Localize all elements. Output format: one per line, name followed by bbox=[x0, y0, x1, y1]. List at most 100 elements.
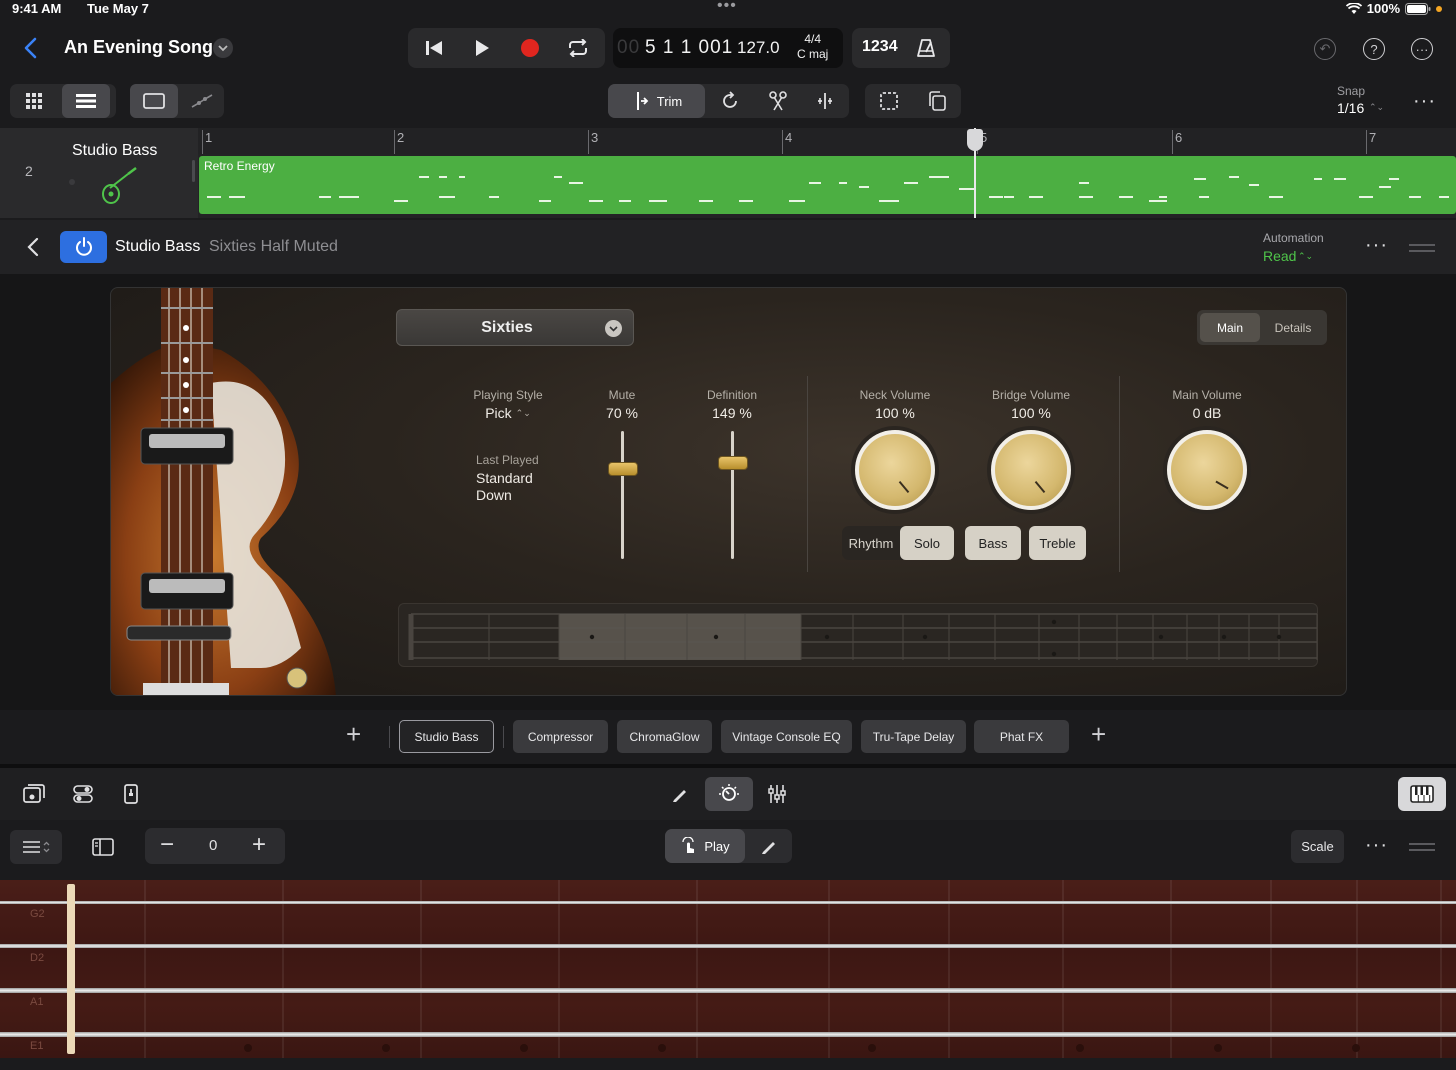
draw-mode-button[interactable] bbox=[745, 829, 793, 863]
midi-note bbox=[1249, 184, 1259, 186]
inspector-icon bbox=[124, 784, 138, 804]
split-tool-button[interactable] bbox=[754, 84, 802, 118]
go-to-beginning-button[interactable] bbox=[410, 28, 458, 68]
multitasking-dots-icon[interactable]: ••• bbox=[717, 0, 737, 15]
neck-volume-value: 100 % bbox=[875, 405, 915, 421]
fret-inlay-dot bbox=[382, 1044, 390, 1052]
plugin-back-chevron-icon[interactable] bbox=[26, 237, 40, 257]
main-volume-knob[interactable] bbox=[1167, 430, 1247, 510]
neck-volume-knob[interactable] bbox=[855, 430, 935, 510]
song-menu-chevron-icon[interactable] bbox=[213, 38, 233, 58]
slot-studio-bass[interactable]: Studio Bass bbox=[399, 720, 494, 753]
playing-style-selector[interactable]: Pick ⌃⌄ bbox=[453, 405, 563, 421]
definition-slider-track[interactable] bbox=[731, 431, 734, 559]
region-view-button[interactable] bbox=[130, 84, 178, 118]
bass-string[interactable] bbox=[0, 1031, 1456, 1037]
add-plugin-right-button[interactable]: + bbox=[1091, 719, 1106, 750]
sidebar-toggle-button[interactable] bbox=[79, 830, 127, 864]
inspector-button[interactable] bbox=[107, 777, 155, 811]
definition-value: 149 % bbox=[712, 405, 752, 421]
undo-history-icon[interactable]: ↶ bbox=[1314, 38, 1336, 60]
bass-string[interactable] bbox=[0, 987, 1456, 993]
record-button[interactable] bbox=[506, 28, 554, 68]
bass-string[interactable] bbox=[0, 900, 1456, 904]
loop-tool-button[interactable] bbox=[706, 84, 754, 118]
automation-mode[interactable]: Read bbox=[1263, 248, 1296, 264]
slot-chromaglow[interactable]: ChromaGlow bbox=[617, 720, 712, 753]
treble-button[interactable]: Treble bbox=[1029, 526, 1086, 560]
keyboard-toggle-button[interactable] bbox=[1398, 777, 1446, 811]
status-bar: 9:41 AM Tue May 7 ••• 100% bbox=[0, 0, 1456, 18]
midi-region[interactable]: Retro Energy bbox=[199, 156, 1456, 214]
track-resize-handle[interactable] bbox=[192, 160, 195, 182]
select-button[interactable] bbox=[865, 84, 913, 118]
play-button[interactable] bbox=[458, 28, 506, 68]
help-icon[interactable]: ? bbox=[1363, 38, 1385, 60]
snap-stepper-icon[interactable]: ⌃⌄ bbox=[1369, 102, 1384, 113]
song-title[interactable]: An Evening Song bbox=[64, 37, 213, 58]
play-mode-button[interactable]: Play bbox=[665, 829, 745, 863]
mute-slider-thumb[interactable] bbox=[608, 462, 638, 477]
playhead-handle[interactable] bbox=[967, 129, 983, 151]
bass-fretboard[interactable]: G2 D2 A1 E1 bbox=[0, 880, 1456, 1058]
scale-button[interactable]: Scale bbox=[1291, 830, 1344, 863]
fretboard-drag-handle-icon[interactable] bbox=[1409, 843, 1435, 851]
bass-button[interactable]: Bass bbox=[965, 526, 1021, 560]
mute-label: Mute bbox=[608, 388, 636, 402]
automation-stepper-icon[interactable]: ⌃⌄ bbox=[1298, 251, 1313, 262]
automation-view-button[interactable] bbox=[178, 84, 226, 118]
count-in-button[interactable]: 1234 bbox=[862, 38, 898, 56]
definition-slider-thumb[interactable] bbox=[718, 456, 748, 470]
mixer-button[interactable] bbox=[753, 777, 801, 811]
solo-button[interactable]: Solo bbox=[900, 526, 954, 560]
visible-range-highlight[interactable] bbox=[559, 614, 801, 660]
smart-controls-toggle[interactable] bbox=[59, 777, 107, 811]
plugin-preset-name[interactable]: Sixties Half Muted bbox=[209, 238, 338, 256]
plugin-drag-handle-icon[interactable] bbox=[1409, 244, 1435, 252]
midi-note bbox=[929, 176, 949, 178]
track-header[interactable]: 2 Studio Bass bbox=[0, 128, 198, 218]
join-tool-button[interactable] bbox=[801, 84, 849, 118]
trim-tool-button[interactable]: Trim bbox=[608, 84, 705, 118]
trim-tool-label: Trim bbox=[656, 93, 683, 109]
metronome-icon[interactable] bbox=[916, 38, 936, 58]
layout-menu-button[interactable] bbox=[10, 830, 62, 864]
slot-compressor[interactable]: Compressor bbox=[513, 720, 608, 753]
copy-button[interactable] bbox=[913, 84, 961, 118]
fret-inlay-dot bbox=[1352, 1044, 1360, 1052]
octave-down-button[interactable]: − bbox=[160, 831, 174, 859]
fretboard-more-icon[interactable]: ··· bbox=[1365, 834, 1388, 857]
toolbar-more-icon[interactable]: ··· bbox=[1413, 90, 1436, 113]
slot-vintage-console-eq[interactable]: Vintage Console EQ bbox=[721, 720, 852, 753]
slot-tru-tape-delay[interactable]: Tru-Tape Delay bbox=[861, 720, 966, 753]
plugin-power-button[interactable] bbox=[60, 231, 107, 263]
slot-phat-fx[interactable]: Phat FX bbox=[974, 720, 1069, 753]
cycle-button[interactable] bbox=[554, 28, 602, 68]
tab-details[interactable]: Details bbox=[1263, 313, 1323, 342]
plugin-more-icon[interactable]: ··· bbox=[1365, 234, 1388, 257]
live-loops-grid-button[interactable] bbox=[12, 84, 60, 118]
editor-pencil-button[interactable] bbox=[656, 777, 704, 811]
timeline-ruler[interactable]: 1234567 bbox=[198, 128, 1456, 154]
playhead-position-value: 5 1 1 001 bbox=[645, 37, 734, 58]
midi-note bbox=[539, 200, 551, 202]
bass-string[interactable] bbox=[0, 944, 1456, 948]
tracks-view-button[interactable] bbox=[62, 84, 110, 118]
neck-knob-pointer bbox=[898, 480, 910, 494]
lcd-display[interactable]: 00 5 1 1 001 127.0 4/4 C maj bbox=[613, 28, 843, 68]
midi-note bbox=[699, 200, 713, 202]
rhythm-button[interactable]: Rhythm bbox=[842, 526, 900, 560]
octave-up-button[interactable]: + bbox=[252, 831, 266, 859]
mini-fretboard[interactable] bbox=[398, 603, 1318, 667]
smart-controls-button[interactable] bbox=[705, 777, 753, 811]
tab-main[interactable]: Main bbox=[1200, 313, 1260, 342]
more-options-icon[interactable]: ··· bbox=[1411, 38, 1433, 60]
browser-button[interactable] bbox=[10, 777, 58, 811]
view-switcher bbox=[10, 84, 116, 118]
mute-slider-track[interactable] bbox=[621, 431, 624, 559]
add-plugin-left-button[interactable]: + bbox=[346, 719, 361, 750]
snap-value[interactable]: 1/16 bbox=[1337, 100, 1364, 116]
back-chevron-icon[interactable] bbox=[22, 36, 40, 60]
preset-dropdown[interactable]: Sixties bbox=[396, 309, 634, 346]
bridge-volume-knob[interactable] bbox=[991, 430, 1071, 510]
